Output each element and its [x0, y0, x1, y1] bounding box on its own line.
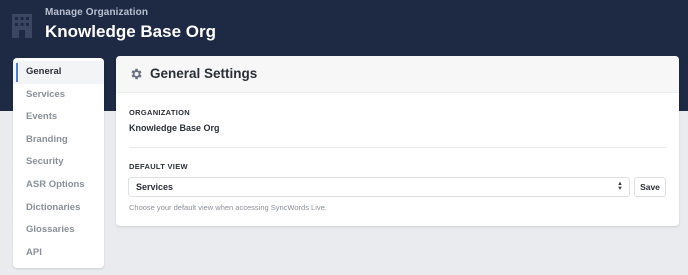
sidebar-item-glossaries[interactable]: Glossaries — [13, 219, 104, 242]
card-title: General Settings — [150, 66, 258, 81]
sort-arrows-icon: ▲ ▼ — [617, 181, 623, 192]
sidebar-item-security[interactable]: Security — [13, 151, 104, 174]
sidebar-item-branding[interactable]: Branding — [13, 129, 104, 152]
sidebar-item-general[interactable]: General — [13, 61, 104, 84]
sidebar-item-api[interactable]: API — [13, 242, 104, 265]
default-view-label: DEFAULT VIEW — [129, 162, 188, 171]
general-settings-card: General Settings ORGANIZATION Knowledge … — [116, 56, 679, 226]
sidebar-item-dictionaries[interactable]: Dictionaries — [13, 197, 104, 220]
divider — [129, 147, 666, 148]
sidebar-item-events[interactable]: Events — [13, 106, 104, 129]
organization-label: ORGANIZATION — [129, 108, 190, 117]
save-button[interactable]: Save — [634, 177, 666, 197]
default-view-help-text: Choose your default view when accessing … — [129, 203, 327, 212]
card-header: General Settings — [116, 56, 679, 93]
default-view-value: Services — [136, 182, 174, 192]
header-subtitle: Manage Organization — [45, 7, 149, 18]
sidebar-item-asr-options[interactable]: ASR Options — [13, 174, 104, 197]
organization-value: Knowledge Base Org — [129, 123, 220, 133]
page-title: Knowledge Base Org — [45, 22, 216, 41]
building-icon — [12, 14, 32, 38]
sidebar-item-services[interactable]: Services — [13, 84, 104, 107]
default-view-select[interactable]: Services ▲ ▼ — [128, 177, 630, 197]
settings-sidebar: General Services Events Branding Securit… — [13, 58, 104, 268]
gear-icon — [131, 68, 142, 80]
